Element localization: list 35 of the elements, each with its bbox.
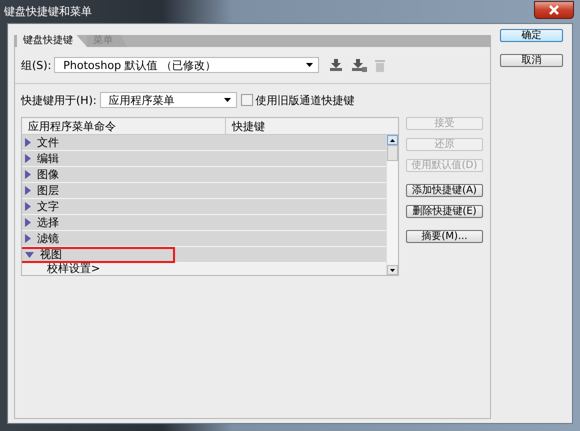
action-button[interactable]: 删除快捷键(E) [406, 205, 483, 218]
set-dropdown[interactable]: Photoshop 默认值 （已修改） [54, 57, 320, 73]
checkbox[interactable] [240, 94, 253, 106]
checkbox-label: 使用旧版通道快捷键 [256, 92, 355, 108]
set-label: 组(S): [21, 58, 52, 72]
ok-button[interactable]: 确定 [500, 29, 563, 42]
menu-row[interactable]: 图层 [22, 183, 386, 199]
menu-row[interactable]: 选择 [22, 215, 386, 231]
menu-row[interactable]: 滤镜 [22, 231, 386, 247]
cancel-button[interactable]: 取消 [500, 54, 563, 67]
scroll-down-icon [390, 268, 395, 272]
expanded-triangle-icon [25, 252, 34, 258]
scroll-up-icon [390, 138, 395, 142]
save-set-icon[interactable] [329, 58, 344, 72]
save-set-as-icon[interactable] [351, 58, 368, 72]
column-header: 快捷键 [230, 118, 265, 134]
scroll-thumb[interactable] [387, 145, 398, 161]
dropdown-arrow-icon [306, 63, 314, 67]
shortcuts-for-label: 快捷键用于(H): [21, 92, 97, 108]
menu-row[interactable]: 编辑 [22, 151, 386, 167]
action-button[interactable]: 摘要(M)... [406, 230, 483, 243]
close-icon [548, 4, 560, 14]
column-header: 应用程序菜单命令 [22, 118, 226, 134]
menu-command-row[interactable]: 校样设置> [22, 263, 386, 275]
shortcuts-for-dropdown[interactable]: 应用程序菜单 [100, 92, 237, 108]
trash-icon[interactable] [375, 58, 386, 72]
dropdown-arrow-icon [224, 98, 231, 102]
menu-row[interactable]: 图像 [22, 167, 386, 183]
menu-row[interactable]: 文字 [22, 199, 386, 215]
close-button[interactable] [534, 0, 574, 18]
tab[interactable]: 键盘快捷键 [17, 35, 87, 47]
menu-row[interactable]: 文件 [22, 135, 386, 151]
action-button[interactable]: 添加快捷键(A) [406, 184, 483, 197]
scrollbar[interactable] [386, 135, 398, 275]
window-title: 键盘快捷键和菜单 [4, 4, 92, 19]
